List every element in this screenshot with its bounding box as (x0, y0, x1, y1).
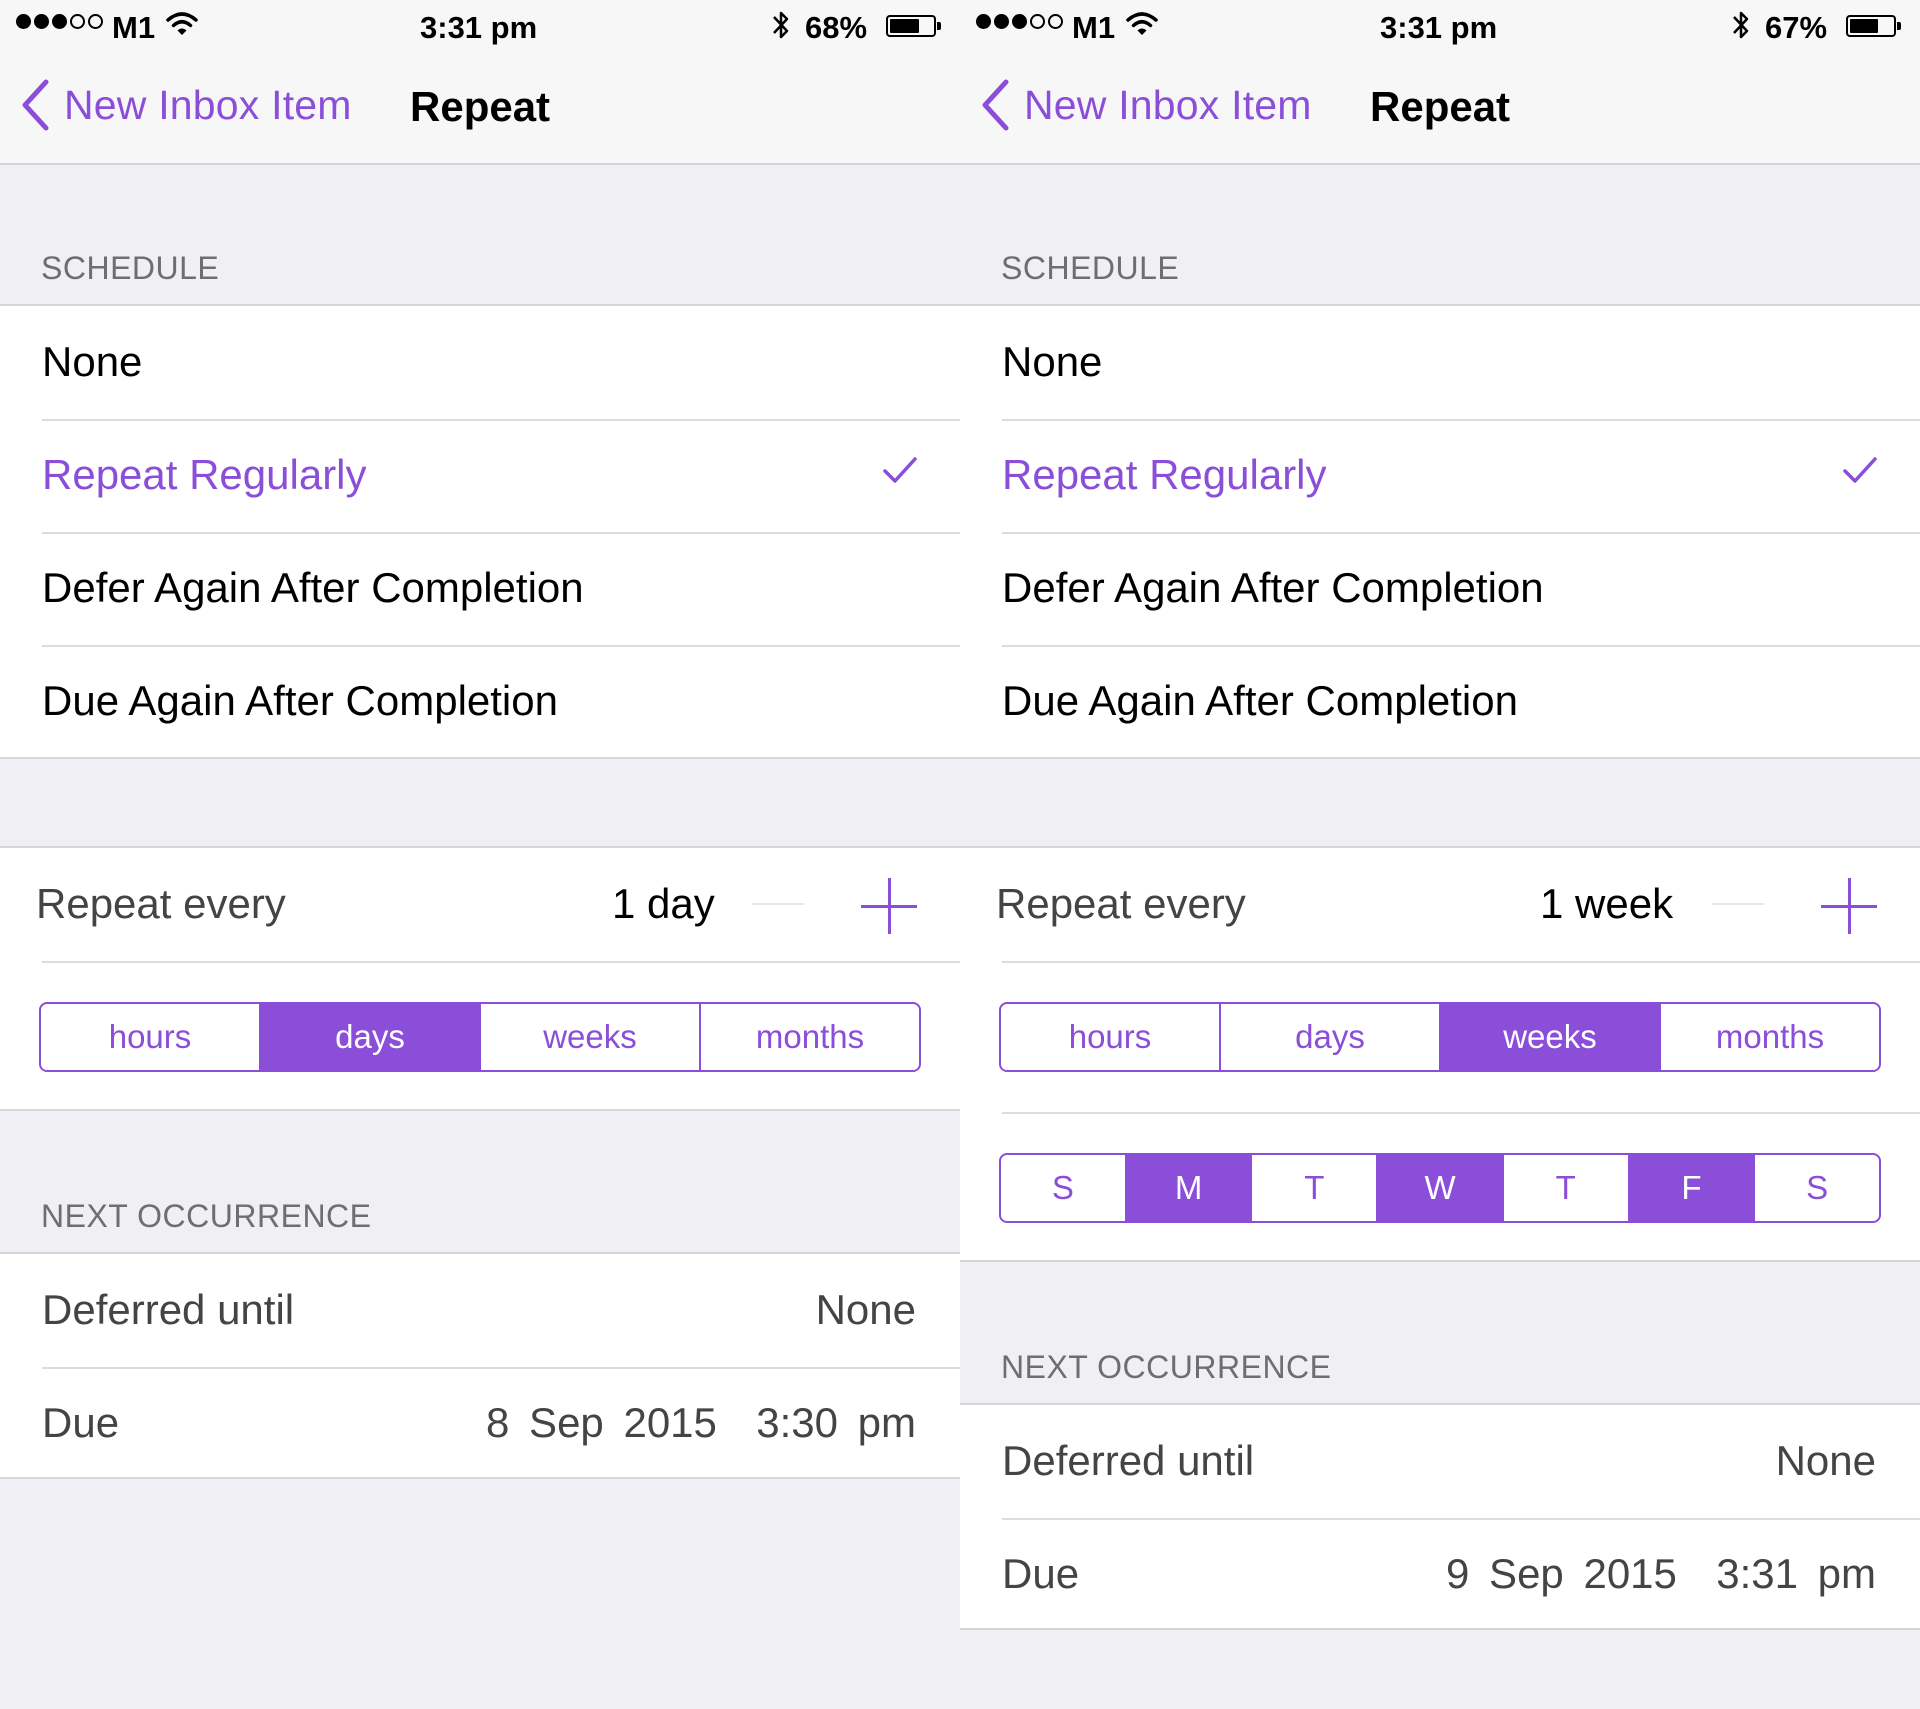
repeat-every-row: Repeat every 1 week (960, 848, 1920, 961)
segment-hours[interactable]: hours (41, 1004, 259, 1070)
section-header-schedule: SCHEDULE (1001, 250, 1180, 286)
deferred-until-row[interactable]: Deferred until None (960, 1405, 1920, 1518)
increment-button[interactable] (1821, 878, 1877, 934)
option-label: None (42, 338, 143, 385)
weekday-wednesday[interactable]: W (1376, 1155, 1502, 1221)
schedule-option-repeat-regularly[interactable]: Repeat Regularly (0, 419, 960, 532)
deferred-until-row[interactable]: Deferred until None (0, 1254, 960, 1367)
carrier-name: M1 (1072, 10, 1116, 45)
repeat-every-row: Repeat every 1 day (0, 848, 960, 961)
interval-unit-selector: hours days weeks months (999, 1002, 1881, 1072)
bluetooth-icon (773, 11, 789, 39)
checkmark-icon (1843, 457, 1877, 483)
battery-percentage: 68% (805, 10, 868, 45)
schedule-option-due-again[interactable]: Due Again After Completion (0, 645, 960, 758)
status-time: 3:31 pm (1380, 10, 1498, 45)
status-bar: M1 3:31 pm 67% (960, 0, 1920, 56)
section-header-next-occurrence: NEXT OCCURRENCE (1001, 1349, 1332, 1385)
schedule-option-none[interactable]: None (960, 306, 1920, 419)
wifi-icon (1126, 12, 1158, 35)
repeat-interval-value: 1 week (1540, 880, 1674, 927)
decrement-button[interactable] (1712, 903, 1764, 905)
interval-unit-selector: hours days weeks months (39, 1002, 921, 1072)
segment-months[interactable]: months (1659, 1004, 1879, 1070)
option-label: Repeat Regularly (42, 451, 367, 498)
screen-right: M1 3:31 pm 67% New Inbox Item Repeat SCH… (960, 0, 1920, 1709)
back-button[interactable]: New Inbox Item (980, 78, 1312, 132)
segment-hours[interactable]: hours (1001, 1004, 1219, 1070)
due-row[interactable]: Due 9 Sep 2015 3:31 pm (960, 1518, 1920, 1631)
schedule-option-defer-again[interactable]: Defer Again After Completion (960, 532, 1920, 645)
checkmark-icon (883, 457, 917, 483)
repeat-every-label: Repeat every (996, 880, 1246, 927)
schedule-option-repeat-regularly[interactable]: Repeat Regularly (960, 419, 1920, 532)
page-title: Repeat (410, 83, 551, 130)
battery-icon (886, 15, 941, 37)
back-button-label: New Inbox Item (64, 81, 352, 128)
next-occurrence-list: Deferred until None Due 9 Sep 2015 3:31 … (960, 1403, 1920, 1630)
due-value: 8 Sep 2015 3:30 pm (486, 1399, 916, 1446)
option-label: Defer Again After Completion (42, 564, 584, 611)
next-occurrence-list: Deferred until None Due 8 Sep 2015 3:30 … (0, 1252, 960, 1479)
battery-icon (1846, 15, 1901, 37)
signal-strength-icon (976, 14, 1063, 29)
weekday-monday[interactable]: M (1124, 1155, 1251, 1221)
header-bar: M1 3:31 pm 67% New Inbox Item Repeat (960, 0, 1920, 165)
page-title: Repeat (1370, 83, 1511, 130)
option-label: None (1002, 338, 1103, 385)
segment-weeks[interactable]: weeks (1439, 1004, 1659, 1070)
deferred-until-value: None (815, 1286, 916, 1333)
repeat-interval-group: Repeat every 1 day hours days weeks mont… (0, 846, 960, 1111)
screen-left: M1 3:31 pm 68% New Inbox Item Repeat SCH… (0, 0, 960, 1709)
wifi-icon (166, 12, 198, 35)
back-button-label: New Inbox Item (1024, 81, 1312, 128)
battery-percentage: 67% (1765, 10, 1828, 45)
carrier-name: M1 (112, 10, 156, 45)
decrement-button[interactable] (752, 903, 804, 905)
segment-days[interactable]: days (259, 1004, 479, 1070)
schedule-options-list: None Repeat Regularly Defer Again After … (0, 304, 960, 759)
section-header-next-occurrence: NEXT OCCURRENCE (41, 1198, 372, 1234)
signal-strength-icon (16, 14, 103, 29)
status-time: 3:31 pm (420, 10, 538, 45)
header-bar: M1 3:31 pm 68% New Inbox Item Repeat (0, 0, 960, 165)
due-value: 9 Sep 2015 3:31 pm (1446, 1550, 1876, 1597)
deferred-until-label: Deferred until (1002, 1437, 1255, 1484)
section-header-schedule: SCHEDULE (41, 250, 220, 286)
repeat-every-label: Repeat every (36, 880, 286, 927)
segment-days[interactable]: days (1219, 1004, 1439, 1070)
weekday-sunday[interactable]: S (1001, 1155, 1125, 1221)
schedule-option-none[interactable]: None (0, 306, 960, 419)
deferred-until-value: None (1775, 1437, 1876, 1484)
schedule-options-list: None Repeat Regularly Defer Again After … (960, 304, 1920, 759)
repeat-interval-group: Repeat every 1 week hours days weeks mon… (960, 846, 1920, 1262)
repeat-interval-value: 1 day (612, 880, 715, 927)
schedule-option-defer-again[interactable]: Defer Again After Completion (0, 532, 960, 645)
chevron-left-icon (982, 79, 1009, 131)
increment-button[interactable] (861, 878, 917, 934)
schedule-option-due-again[interactable]: Due Again After Completion (960, 645, 1920, 758)
status-bar: M1 3:31 pm 68% (0, 0, 960, 56)
deferred-until-label: Deferred until (42, 1286, 295, 1333)
bluetooth-icon (1733, 11, 1749, 39)
weekday-tuesday[interactable]: T (1250, 1155, 1376, 1221)
due-label: Due (1002, 1550, 1080, 1597)
option-label: Due Again After Completion (42, 677, 558, 724)
segment-weeks[interactable]: weeks (479, 1004, 699, 1070)
weekday-selector: S M T W T F S (999, 1153, 1881, 1223)
due-label: Due (42, 1399, 120, 1446)
weekday-friday[interactable]: F (1627, 1155, 1754, 1221)
option-label: Due Again After Completion (1002, 677, 1518, 724)
option-label: Repeat Regularly (1002, 451, 1327, 498)
segment-months[interactable]: months (699, 1004, 919, 1070)
chevron-left-icon (22, 79, 49, 131)
back-button[interactable]: New Inbox Item (20, 78, 352, 132)
weekday-thursday[interactable]: T (1501, 1155, 1628, 1221)
due-row[interactable]: Due 8 Sep 2015 3:30 pm (0, 1367, 960, 1480)
weekday-saturday[interactable]: S (1753, 1155, 1879, 1221)
option-label: Defer Again After Completion (1002, 564, 1544, 611)
